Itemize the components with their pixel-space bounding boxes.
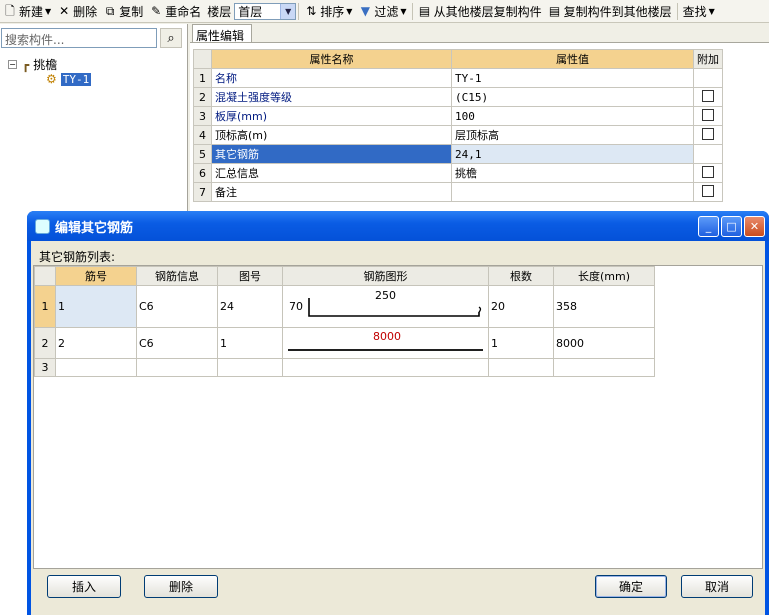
dropdown-arrow-icon: ▼ [708,6,715,16]
sort-button[interactable]: ⇅ 排序 ▼ [301,1,355,22]
dropdown-arrow-icon: ▼ [45,6,52,16]
col-header-name: 属性名称 [211,49,452,69]
col-header-extra: 附加 [693,49,723,69]
copy-from-floor-icon: ▤ [418,4,431,18]
copy-to-floor-button[interactable]: ▤ 复制构件到其他楼层 [545,1,675,22]
col-header-length: 长度(mm) [553,266,655,286]
col-header-bar-no: 筋号 [55,266,137,286]
dialog-title: 编辑其它钢筋 [55,220,134,236]
copy-from-floor-button[interactable]: ▤ 从其他楼层复制构件 [415,1,545,22]
minimize-icon[interactable]: _ [698,216,719,237]
corner-cell [193,49,212,69]
toolbar-separator [411,2,413,20]
table-row[interactable]: 4 顶标高(m) 层顶标高 [193,125,723,145]
dropdown-arrow-icon: ▼ [346,6,353,16]
table-row[interactable]: 2 混凝土强度等级 (C15) [193,87,723,107]
table-row[interactable]: 3 板厚(mm) 100 [193,106,723,126]
ok-button[interactable]: 确定 [595,575,667,598]
eave-icon: ┏ [22,57,30,72]
straight-bar-shape [288,349,483,351]
close-icon: ✕ [59,4,70,18]
extra-checkbox[interactable] [702,89,714,102]
rebar-list-label: 其它钢筋列表: [39,250,116,264]
app-icon [35,218,50,234]
toolbar: 🗋 新建 ▼ ✕ 删除 ⧉ 复制 ✎ 重命名 楼层 首层 ▼ ⇅ 排序 ▼ ▼ 过滤 ▼ ▤ 从其他楼… [0,0,769,23]
col-header-shape: 钢筋图形 [282,266,489,286]
rename-button[interactable]: ✎ 重命名 [146,1,204,22]
tree-child-item[interactable]: ⚙ TY-1 [46,72,92,86]
hook-bar-shape [308,298,482,317]
table-row[interactable]: 2 2 C6 1 8000 1 8000 [34,327,655,359]
copy-to-floor-icon: ▤ [548,4,561,18]
toolbar-separator [676,2,678,20]
tab-property-edit[interactable]: 属性编辑 [192,24,252,43]
rebar-shape-cell[interactable]: 8000 [282,327,489,359]
table-row[interactable]: 3 [34,358,655,377]
rename-icon: ✎ [151,4,162,18]
collapse-icon[interactable]: − [8,60,17,69]
rebar-shape-cell[interactable]: 70 250 [282,285,489,328]
close-icon[interactable]: ✕ [744,216,765,237]
floor-select[interactable]: 首层 ▼ [234,2,297,20]
property-grid: 属性名称 属性值 附加 1 名称 TY-1 2 混凝土强度等级 (C15) 3 … [190,42,769,215]
dropdown-arrow-icon: ▼ [400,6,407,16]
toolbar-separator [298,2,300,20]
table-row[interactable]: 1 名称 TY-1 [193,68,723,88]
rebar-grid: 筋号 钢筋信息 图号 钢筋图形 根数 长度(mm) 1 1 C6 24 70 2… [33,265,763,569]
cancel-button[interactable]: 取消 [681,575,753,598]
delete-row-button[interactable]: 删除 [144,575,218,598]
search-icon[interactable]: ⌕ [160,28,182,48]
copy-button[interactable]: ⧉ 复制 [100,1,146,22]
delete-button[interactable]: ✕ 删除 [54,1,100,22]
edit-other-rebar-dialog: 编辑其它钢筋 _ □ ✕ 其它钢筋列表: 筋号 钢筋信息 图号 钢筋图形 根数 … [27,211,769,615]
floor-label: 楼层 [207,4,232,19]
col-header-value: 属性值 [451,49,694,69]
sort-icon: ⇅ [306,4,317,18]
find-button[interactable]: 查找 ▼ [680,1,718,22]
extra-checkbox[interactable] [702,127,714,140]
gear-icon: ⚙ [46,72,57,86]
maximize-icon[interactable]: □ [721,216,742,237]
table-row[interactable]: 7 备注 [193,182,723,202]
insert-button[interactable]: 插入 [47,575,121,598]
col-header-shape-no: 图号 [217,266,283,286]
copy-icon: ⧉ [105,4,115,18]
col-header-count: 根数 [488,266,554,286]
dialog-body: 其它钢筋列表: 筋号 钢筋信息 图号 钢筋图形 根数 长度(mm) 1 1 C6… [31,241,765,615]
tree-root-item[interactable]: − ┏ 挑檐 [8,56,57,73]
extra-checkbox[interactable] [702,108,714,121]
table-row[interactable]: 6 汇总信息 挑檐 [193,163,723,183]
new-button[interactable]: 🗋 新建 ▼ [0,1,54,22]
table-row-selected[interactable]: 5 其它钢筋 24,1 [193,144,723,164]
extra-checkbox[interactable] [702,165,714,178]
dialog-title-bar[interactable]: 编辑其它钢筋 [27,211,769,241]
filter-icon: ▼ [360,4,371,18]
table-row[interactable]: 1 1 C6 24 70 250 20 358 [34,285,655,328]
search-input[interactable]: 搜索构件... [1,28,157,48]
corner-cell [34,266,56,286]
new-icon: 🗋 [5,4,15,18]
col-header-bar-info: 钢筋信息 [136,266,218,286]
chevron-down-icon: ▼ [280,3,296,19]
extra-checkbox[interactable] [702,184,714,197]
filter-button[interactable]: ▼ 过滤 ▼ [355,1,409,22]
